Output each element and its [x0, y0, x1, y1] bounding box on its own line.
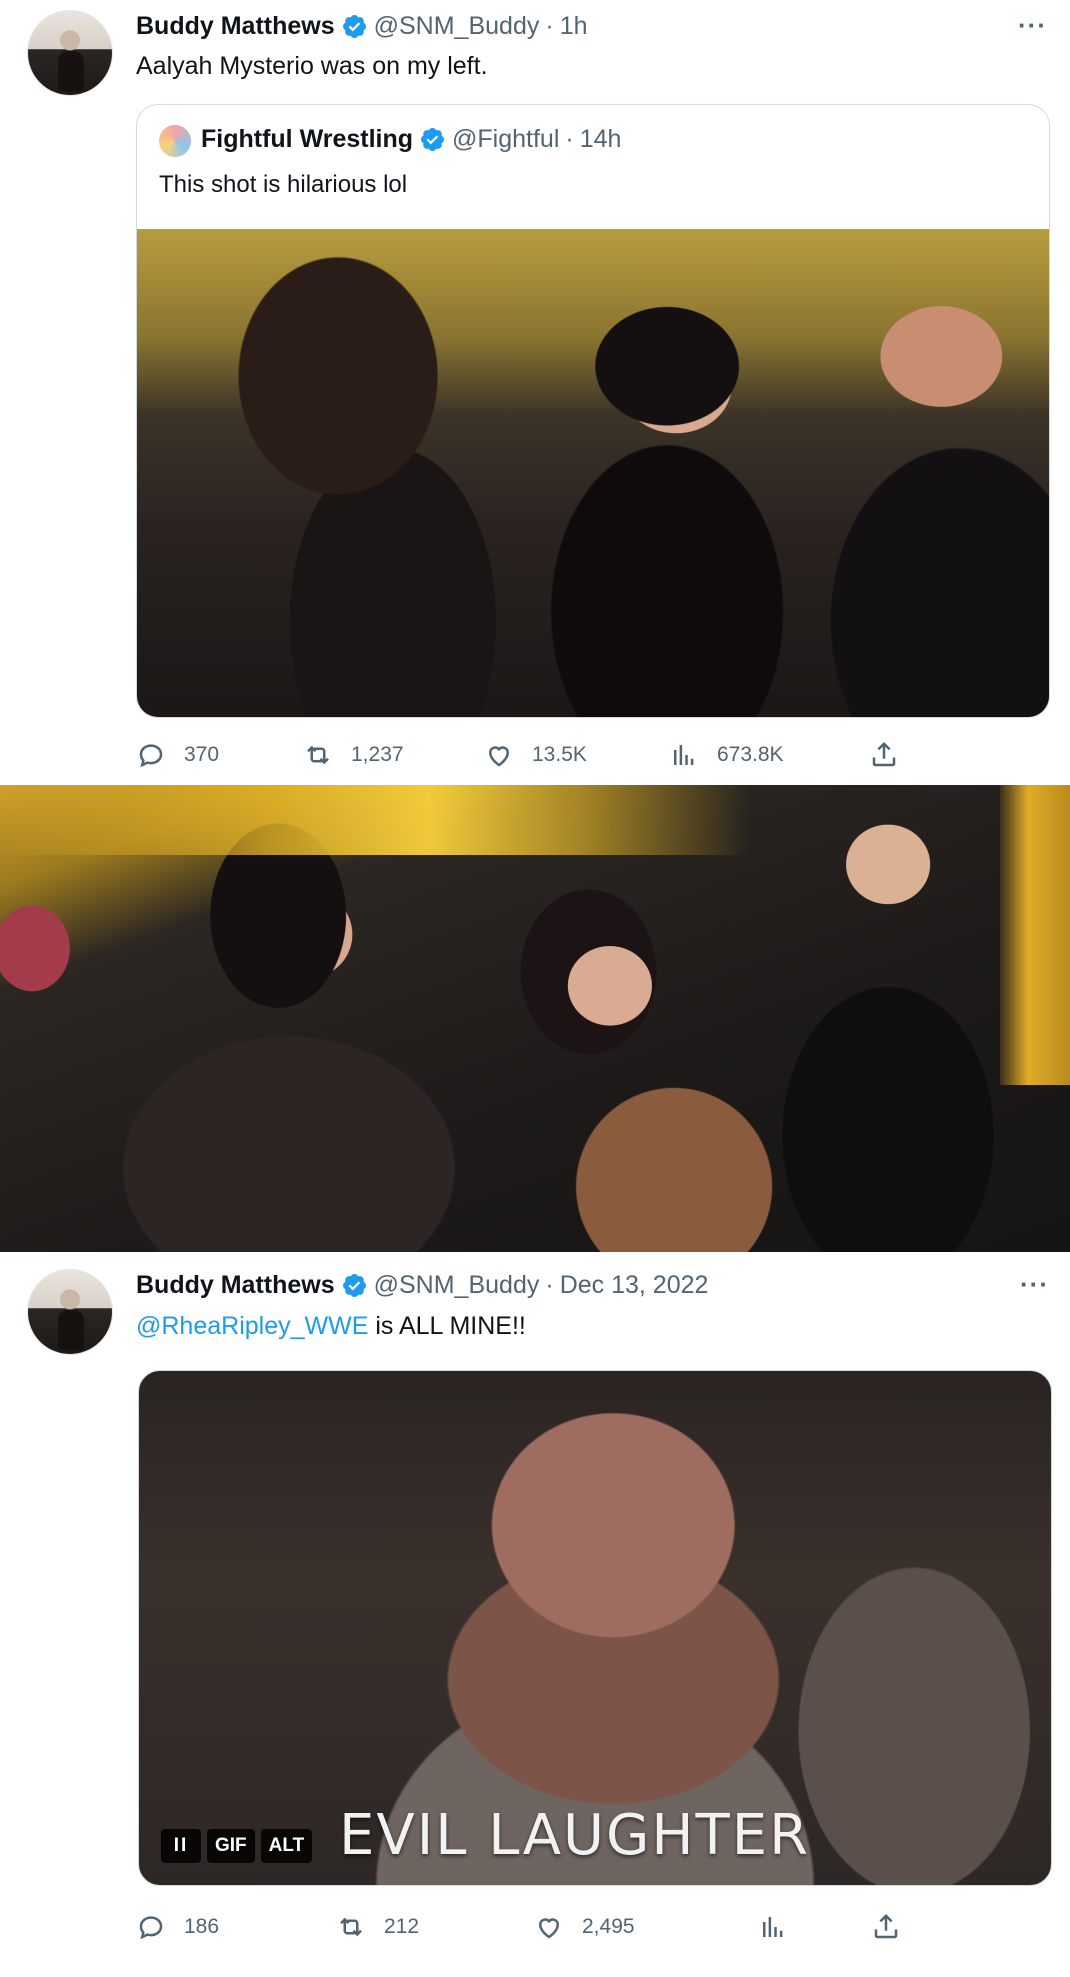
quoted-author-name[interactable]: Fightful Wrestling: [201, 125, 413, 154]
separator-dot: ·: [545, 12, 554, 40]
more-options-icon[interactable]: ···: [1020, 1269, 1049, 1300]
quoted-tweet[interactable]: Fightful Wrestling @Fightful · 14h This …: [136, 104, 1050, 718]
reply-icon: [139, 744, 163, 768]
separator-dot: ·: [565, 125, 574, 153]
author-handle[interactable]: @SNM_Buddy: [374, 1271, 540, 1300]
quoted-timestamp[interactable]: 14h: [580, 125, 622, 154]
avatar[interactable]: [27, 1269, 113, 1355]
analytics-icon: [674, 745, 694, 765]
like-count: 13.5K: [532, 743, 587, 766]
reply-count: 186: [184, 1915, 220, 1938]
timestamp[interactable]: Dec 13, 2022: [560, 1271, 709, 1300]
tweet-1[interactable]: Buddy Matthews @SNM_Buddy · 1h ··· Aalya…: [0, 0, 1070, 785]
verified-badge-icon: [420, 127, 445, 152]
analytics-icon: [763, 1917, 783, 1937]
retweet-count: 212: [384, 1915, 420, 1938]
like-button[interactable]: 13.5K: [484, 740, 587, 770]
share-button[interactable]: [869, 740, 899, 770]
tweet-actions: 370 1,237 13.5K 673.8K: [136, 740, 896, 772]
tweet-2[interactable]: Buddy Matthews @SNM_Buddy · Dec 13, 2022…: [0, 1252, 1070, 1977]
tweet-actions: 186 212 2,495: [136, 1912, 898, 1944]
share-icon: [872, 741, 896, 767]
reply-icon: [139, 1916, 163, 1940]
tweet-text: @RheaRipley_WWE is ALL MINE!!: [136, 1312, 526, 1341]
views-button[interactable]: [758, 1912, 806, 1942]
heart-icon: [538, 1918, 560, 1939]
quoted-media-photo[interactable]: [137, 229, 1049, 717]
tweet-text: Aalyah Mysterio was on my left.: [136, 52, 488, 80]
avatar[interactable]: [27, 10, 113, 96]
verified-badge-icon: [342, 1273, 366, 1298]
retweet-button[interactable]: 1,237: [303, 740, 404, 770]
author-name[interactable]: Buddy Matthews: [136, 12, 335, 41]
reply-count: 370: [184, 743, 220, 766]
quoted-header: Fightful Wrestling @Fightful · 14h: [201, 125, 621, 154]
gif-media[interactable]: EVIL LAUGHTER II GIF ALT: [138, 1370, 1052, 1886]
quoted-author-handle[interactable]: @Fightful: [452, 125, 559, 154]
timestamp[interactable]: 1h: [560, 12, 588, 41]
alt-text-button[interactable]: ALT: [260, 1829, 313, 1863]
quoted-avatar[interactable]: [159, 125, 191, 157]
gif-caption: EVIL LAUGHTER: [339, 1803, 810, 1868]
like-button[interactable]: 2,495: [534, 1912, 635, 1942]
pause-button[interactable]: II: [161, 1829, 201, 1863]
view-count: 673.8K: [717, 743, 784, 766]
verified-badge-icon: [342, 14, 366, 39]
more-options-icon[interactable]: ···: [1018, 10, 1047, 41]
reply-button[interactable]: 370: [136, 740, 219, 770]
gif-controls: II GIF ALT: [161, 1829, 318, 1863]
reply-button[interactable]: 186: [136, 1912, 219, 1942]
share-button[interactable]: [871, 1912, 901, 1942]
author-name[interactable]: Buddy Matthews: [136, 1271, 335, 1300]
crowd-photo: [0, 785, 1070, 1252]
tweet-header: Buddy Matthews @SNM_Buddy · Dec 13, 2022: [136, 1271, 708, 1300]
share-icon: [874, 1913, 898, 1939]
heart-icon: [488, 746, 510, 767]
like-count: 2,495: [582, 1915, 635, 1938]
retweet-button[interactable]: 212: [336, 1912, 419, 1942]
tweet-header: Buddy Matthews @SNM_Buddy · 1h: [136, 12, 588, 41]
gif-badge: GIF: [207, 1829, 255, 1863]
retweet-count: 1,237: [351, 743, 404, 766]
quoted-tweet-text: This shot is hilarious lol: [159, 171, 408, 198]
views-button[interactable]: 673.8K: [669, 740, 784, 770]
tweet-text-rest: is ALL MINE!!: [368, 1312, 526, 1340]
mention-link[interactable]: @RheaRipley_WWE: [136, 1312, 368, 1340]
retweet-icon: [307, 745, 329, 765]
author-handle[interactable]: @SNM_Buddy: [374, 12, 540, 41]
retweet-icon: [340, 1917, 362, 1937]
separator-dot: ·: [545, 1271, 554, 1299]
